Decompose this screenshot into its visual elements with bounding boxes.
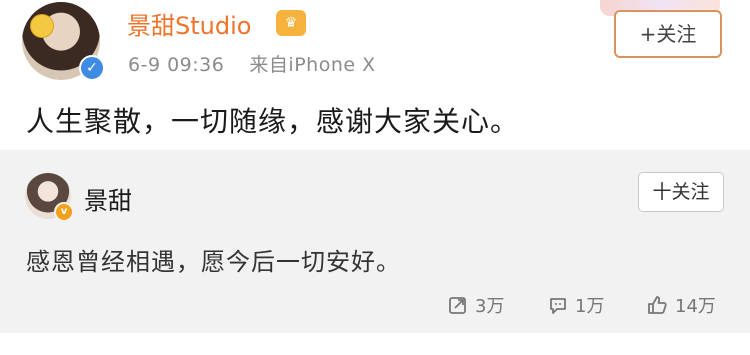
post-meta: 6-9 09:36 来自iPhone X: [128, 50, 376, 77]
post-source: 来自iPhone X: [249, 54, 376, 76]
like-count: 14万: [675, 296, 716, 317]
post-card: ✓ 景甜Studio ♛ 6-9 09:36 来自iPhone X +关注 人生…: [0, 0, 750, 150]
share-icon: [449, 297, 466, 314]
comment-count: 1万: [575, 296, 605, 317]
verified-icon: ✓: [79, 55, 105, 81]
repost-author-name[interactable]: 景甜: [84, 181, 132, 216]
author-name[interactable]: 景甜Studio: [127, 6, 251, 41]
verified-badge-icon: v: [54, 202, 74, 222]
like-action[interactable]: 14万: [646, 290, 716, 320]
comment-icon: [550, 298, 566, 314]
repost-count: 3万: [475, 296, 505, 317]
emoji-sticker-icon: [30, 14, 54, 38]
repost-text: 感恩曾经相遇，愿今后一切安好。: [26, 248, 401, 276]
follow-button[interactable]: +关注: [614, 10, 722, 58]
repost-card[interactable]: v 景甜 十关注 感恩曾经相遇，愿今后一切安好。 3万 1万 14万: [0, 150, 750, 333]
bottom-spacer: [0, 333, 750, 355]
repost-follow-button[interactable]: 十关注: [638, 172, 724, 212]
vip-icon: ♛: [276, 10, 306, 36]
repost-action[interactable]: 3万: [448, 290, 504, 320]
action-bar: 3万 1万 14万: [0, 290, 750, 320]
comment-action[interactable]: 1万: [548, 290, 604, 320]
post-text: 人生聚散，一切随缘，感谢大家关心。: [26, 105, 520, 138]
thumbs-up-icon: [648, 296, 667, 314]
post-time: 6-9 09:36: [128, 54, 225, 76]
